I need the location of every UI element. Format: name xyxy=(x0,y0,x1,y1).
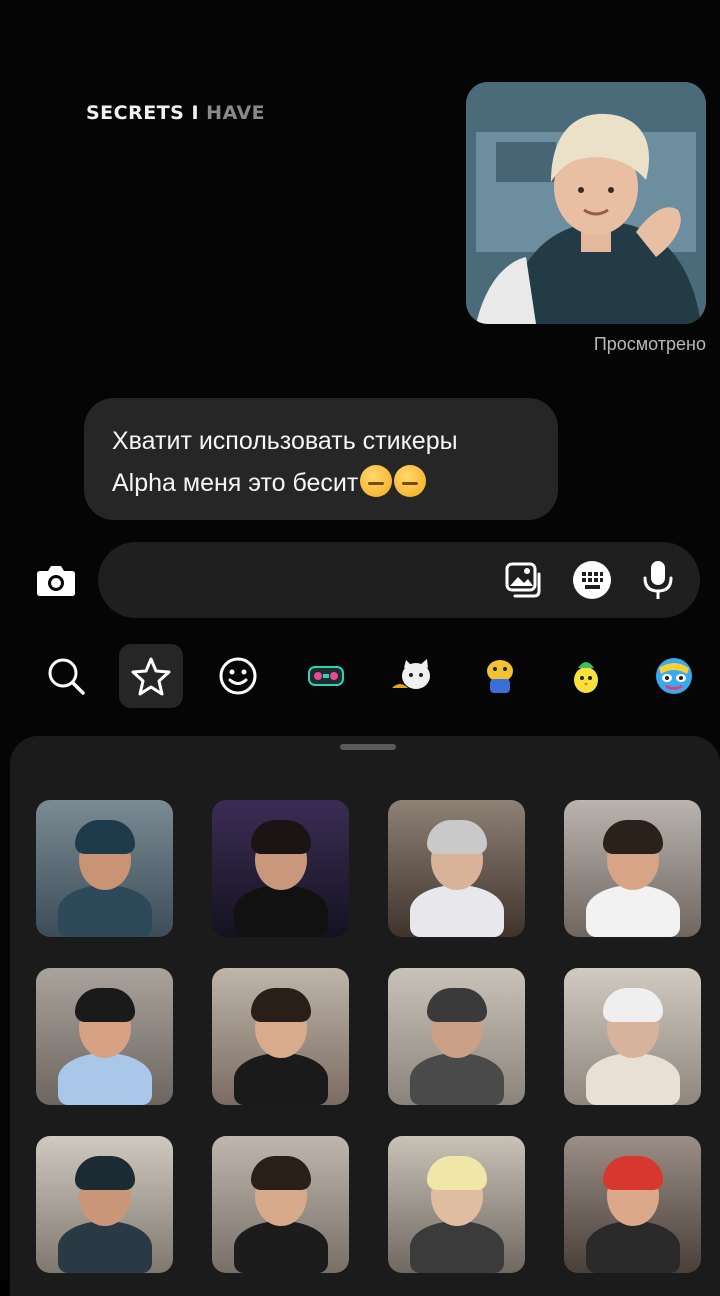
sticker-person-hair xyxy=(75,1156,135,1190)
sticker-person-hair xyxy=(603,988,663,1022)
monster-sticker-icon xyxy=(656,658,692,694)
tab-favorites[interactable] xyxy=(119,644,183,708)
sticker-person-hair xyxy=(251,988,311,1022)
message-line-1: Хватит использовать стикеры xyxy=(112,427,458,455)
cat-sticker-icon xyxy=(392,659,430,689)
expressionless-emoji-icon xyxy=(394,465,427,497)
watermark: SECRETS I HAVE xyxy=(86,102,265,124)
sticker-person-body xyxy=(58,1053,152,1105)
message-input[interactable] xyxy=(122,542,506,620)
sticker-person-body xyxy=(586,1221,680,1273)
sticker-person-body xyxy=(410,885,504,937)
blob-sticker-icon xyxy=(487,660,513,693)
sticker-person-hair xyxy=(75,988,135,1022)
sticker-grid-item[interactable] xyxy=(564,968,701,1105)
sticker-grid-item[interactable] xyxy=(388,800,525,937)
gallery-button[interactable] xyxy=(504,560,544,600)
sticker-grid-item[interactable] xyxy=(212,1136,349,1273)
keyboard-icon xyxy=(573,561,611,599)
sticker-person-body xyxy=(58,885,152,937)
sticker-keyboard-button[interactable] xyxy=(572,560,612,600)
sent-sticker-image xyxy=(466,82,706,324)
sticker-person-body xyxy=(234,885,328,937)
sticker-grid-item[interactable] xyxy=(212,968,349,1105)
microphone-button[interactable] xyxy=(638,560,678,600)
smiley-icon xyxy=(219,657,257,695)
sticker-person-hair xyxy=(251,820,311,854)
sticker-grid-item[interactable] xyxy=(36,1136,173,1273)
sticker-grid-item[interactable] xyxy=(212,800,349,937)
sticker-grid-item[interactable] xyxy=(388,968,525,1105)
star-icon xyxy=(131,657,171,696)
sticker-grid-item[interactable] xyxy=(388,1136,525,1273)
tab-emoji[interactable] xyxy=(206,644,270,708)
watermark-dim: HAVE xyxy=(199,102,266,124)
tab-pack-chick[interactable] xyxy=(554,644,618,708)
tab-pack-cat[interactable] xyxy=(380,644,444,708)
sticker-person-hair xyxy=(603,1156,663,1190)
unamused-emoji-icon xyxy=(360,465,393,497)
message-line-2-row: Alpha меня это бесит xyxy=(112,462,530,504)
sticker-person-hair xyxy=(427,1156,487,1190)
robot-sticker-icon xyxy=(308,666,344,686)
watermark-bright: SECRETS I xyxy=(86,102,200,124)
message-line-2: Alpha меня это бесит xyxy=(112,469,359,497)
sticker-tab-bar xyxy=(0,644,720,712)
sticker-person-hair xyxy=(603,820,663,854)
message-bubble[interactable]: Хватит использовать стикеры Alpha меня э… xyxy=(84,398,558,520)
chat-screen: SECRETS I HAVE Просмотрено Хватит исполь… xyxy=(0,0,720,1296)
sticker-person-body xyxy=(58,1221,152,1273)
sticker-sheet xyxy=(10,736,720,1296)
sticker-person-body xyxy=(586,1053,680,1105)
sticker-person-hair xyxy=(75,820,135,854)
chick-sticker-icon xyxy=(574,662,598,693)
sticker-person-body xyxy=(586,885,680,937)
sticker-person-body xyxy=(234,1221,328,1273)
seen-status: Просмотрено xyxy=(593,334,706,354)
sticker-person-body xyxy=(410,1053,504,1105)
tab-search[interactable] xyxy=(34,644,98,708)
sticker-grid-item[interactable] xyxy=(36,800,173,937)
camera-button[interactable] xyxy=(36,560,76,600)
tab-pack-monster[interactable] xyxy=(642,644,706,708)
microphone-icon xyxy=(643,561,673,599)
gallery-icon xyxy=(505,562,541,598)
sticker-grid-item[interactable] xyxy=(564,800,701,937)
sheet-drag-handle[interactable] xyxy=(340,744,396,750)
search-icon xyxy=(48,658,85,695)
sent-sticker[interactable] xyxy=(466,82,706,324)
sticker-grid-item[interactable] xyxy=(564,1136,701,1273)
sticker-grid-item[interactable] xyxy=(36,968,173,1105)
sticker-person-body xyxy=(410,1221,504,1273)
sticker-person-hair xyxy=(251,1156,311,1190)
sticker-person-hair xyxy=(427,988,487,1022)
tab-pack-blob[interactable] xyxy=(468,644,532,708)
camera-icon xyxy=(37,566,75,596)
sticker-person-hair xyxy=(427,820,487,854)
message-composer xyxy=(98,542,700,620)
sticker-person-body xyxy=(234,1053,328,1105)
tab-pack-robot[interactable] xyxy=(294,644,358,708)
